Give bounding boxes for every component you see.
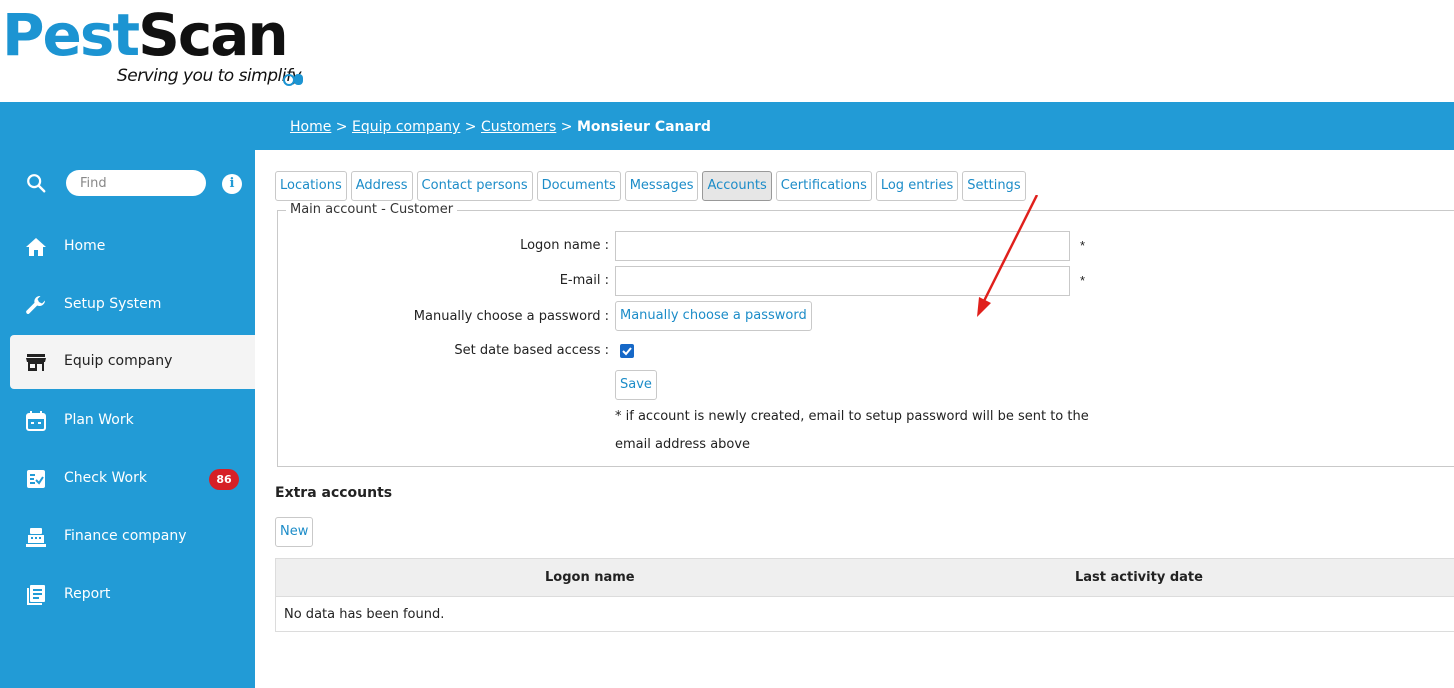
checklist-icon	[27, 470, 45, 488]
email-required-mark: *	[1080, 273, 1086, 288]
sidebar-item-report[interactable]: Report	[10, 568, 255, 622]
breadcrumb-home[interactable]: Home	[290, 119, 331, 135]
sidebar-item-label: Finance company	[64, 528, 187, 544]
breadcrumb-separator: >	[560, 119, 573, 135]
tab-documents[interactable]: Documents	[536, 171, 621, 201]
check-work-badge: 86	[209, 469, 239, 490]
cash-register-icon	[26, 528, 46, 547]
sidebar: i Home Setup System Equip company Plan W…	[0, 150, 255, 688]
main-content: Locations Address Contact persons Docume…	[255, 150, 1454, 688]
tab-contact-persons[interactable]: Contact persons	[416, 171, 533, 201]
report-icon	[27, 585, 45, 605]
main-account-legend: Main account - Customer	[286, 202, 458, 217]
sidebar-item-label: Equip company	[64, 353, 173, 369]
breadcrumb-customers[interactable]: Customers	[481, 119, 556, 135]
wrench-icon	[26, 295, 45, 314]
extra-accounts-table: Logon name Last activity date No data ha…	[275, 558, 1454, 632]
sidebar-item-check-work[interactable]: Check Work 86	[10, 452, 255, 506]
table-header: Logon name Last activity date	[276, 559, 1454, 597]
main-account-fieldset: Main account - Customer Logon name : * E…	[277, 202, 1454, 467]
info-icon[interactable]: i	[222, 174, 242, 194]
tab-address[interactable]: Address	[350, 171, 413, 201]
column-header-logon-name[interactable]: Logon name	[545, 570, 635, 585]
date-access-checkbox[interactable]	[620, 344, 634, 358]
breadcrumb-equip-company[interactable]: Equip company	[352, 119, 460, 135]
empty-table-message: No data has been found.	[284, 607, 445, 622]
logo-word-pest: Pest	[2, 1, 140, 69]
manual-password-label: Manually choose a password :	[413, 309, 609, 324]
tab-locations[interactable]: Locations	[275, 171, 347, 201]
store-icon	[26, 354, 46, 371]
top-bar: Home > Equip company > Customers > Monsi…	[0, 102, 1454, 150]
sidebar-item-home[interactable]: Home	[10, 220, 255, 274]
breadcrumb: Home > Equip company > Customers > Monsi…	[290, 119, 711, 135]
sidebar-item-label: Plan Work	[64, 412, 134, 428]
save-button[interactable]: Save	[615, 370, 657, 400]
tab-log-entries[interactable]: Log entries	[875, 171, 959, 201]
logon-required-mark: *	[1080, 238, 1086, 253]
header-logo-area: PestScan Serving you to simplify	[0, 0, 1454, 102]
new-account-button[interactable]: New	[275, 517, 314, 547]
breadcrumb-separator: >	[335, 119, 348, 135]
extra-accounts-title: Extra accounts	[275, 485, 393, 501]
sidebar-item-setup-system[interactable]: Setup System	[10, 278, 255, 332]
tab-certifications[interactable]: Certifications	[775, 171, 872, 201]
annotation-arrow-icon	[977, 195, 1039, 317]
tab-bar: Locations Address Contact persons Docume…	[275, 171, 1026, 201]
breadcrumb-separator: >	[464, 119, 477, 135]
sidebar-item-equip-company[interactable]: Equip company	[10, 335, 255, 389]
logo-wordmark: PestScan	[2, 6, 289, 64]
email-label: E-mail :	[559, 273, 609, 288]
checkmark-icon	[622, 347, 632, 356]
tab-accounts[interactable]: Accounts	[702, 171, 772, 201]
account-note: * if account is newly created, email to …	[615, 409, 1089, 452]
calendar-icon	[26, 411, 46, 431]
search-icon[interactable]	[25, 172, 47, 194]
search-input[interactable]	[66, 170, 206, 196]
date-access-label: Set date based access :	[454, 343, 609, 358]
sidebar-item-plan-work[interactable]: Plan Work	[10, 394, 255, 448]
logo-mark-icon	[283, 74, 303, 86]
logo-tagline: Serving you to simplify	[117, 66, 302, 86]
sidebar-item-label: Home	[64, 238, 106, 254]
sidebar-item-label: Report	[64, 586, 111, 602]
home-icon	[26, 238, 46, 256]
sidebar-item-label: Setup System	[64, 296, 162, 312]
sidebar-item-finance-company[interactable]: Finance company	[10, 510, 255, 564]
column-header-last-activity[interactable]: Last activity date	[1075, 570, 1203, 585]
manual-password-button[interactable]: Manually choose a password	[615, 301, 812, 331]
logon-name-label: Logon name :	[520, 238, 609, 253]
tab-messages[interactable]: Messages	[624, 171, 699, 201]
sidebar-item-label: Check Work	[64, 470, 147, 486]
breadcrumb-current: Monsieur Canard	[576, 119, 711, 135]
logo-word-scan: Scan	[138, 1, 289, 69]
